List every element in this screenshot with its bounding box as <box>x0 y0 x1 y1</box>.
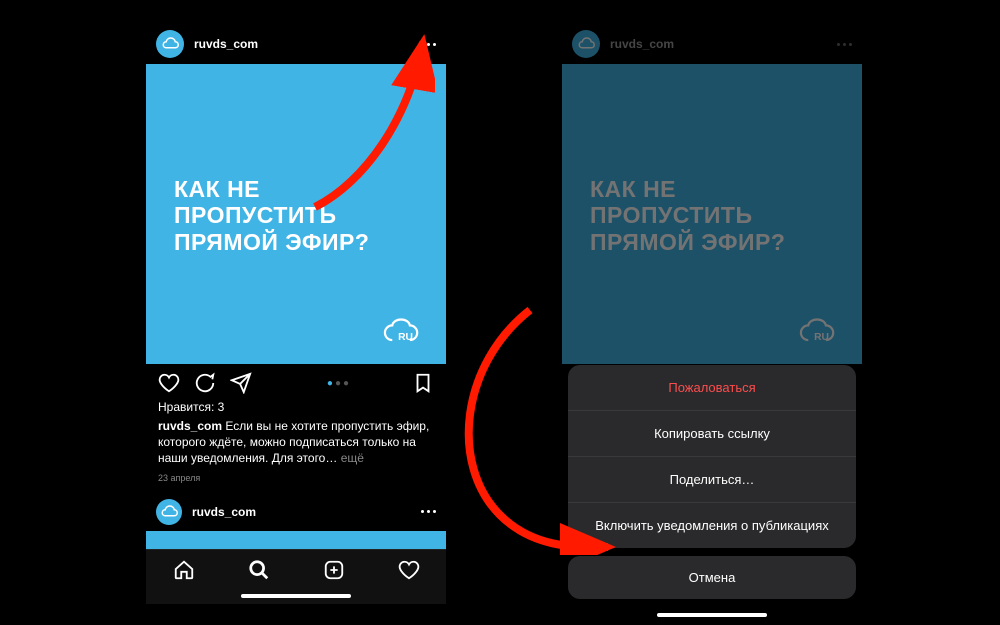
add-post-icon[interactable] <box>323 559 345 581</box>
post-header: ruvds_com <box>146 24 446 64</box>
caption-username[interactable]: ruvds_com <box>158 419 222 433</box>
avatar <box>572 30 600 58</box>
more-options-button[interactable] <box>421 43 436 46</box>
sheet-share-button[interactable]: Поделиться… <box>568 456 856 502</box>
home-icon[interactable] <box>173 559 195 581</box>
share-icon[interactable] <box>230 372 252 394</box>
action-sheet-block: Пожаловаться Копировать ссылку Поделитьс… <box>568 365 856 548</box>
post-header: ruvds_com <box>562 24 862 64</box>
likes-row[interactable]: Нравится: 3 <box>146 398 446 416</box>
next-post-username[interactable]: ruvds_com <box>192 505 256 519</box>
post-actions: ●●● <box>146 364 446 398</box>
post-image: КАК НЕ ПРОПУСТИТЬ ПРЯМОЙ ЭФИР? RU <box>562 64 862 364</box>
heart-icon[interactable] <box>158 372 180 394</box>
more-options-button[interactable] <box>421 510 436 513</box>
more-options-button <box>837 43 852 46</box>
home-indicator <box>241 594 351 598</box>
post-image[interactable]: КАК НЕ ПРОПУСТИТЬ ПРЯМОЙ ЭФИР? RU <box>146 64 446 364</box>
caption-more-link[interactable]: ещё <box>341 451 364 465</box>
next-post-header: ruvds_com <box>146 493 446 531</box>
action-sheet: Пожаловаться Копировать ссылку Поделитьс… <box>568 365 856 599</box>
search-icon[interactable] <box>248 559 270 581</box>
home-indicator <box>657 613 767 617</box>
likes-count: 3 <box>218 400 225 414</box>
post-headline: КАК НЕ ПРОПУСТИТЬ ПРЯМОЙ ЭФИР? <box>174 176 369 255</box>
comment-icon[interactable] <box>194 372 216 394</box>
bookmark-icon[interactable] <box>412 372 434 394</box>
next-post-image-peek <box>146 531 446 551</box>
post-username[interactable]: ruvds_com <box>194 37 258 51</box>
sheet-cancel-button[interactable]: Отмена <box>568 556 856 599</box>
carousel-dots: ●●● <box>266 378 412 389</box>
post-headline: КАК НЕ ПРОПУСТИТЬ ПРЯМОЙ ЭФИР? <box>590 176 785 255</box>
avatar[interactable] <box>156 30 184 58</box>
post-date: 23 апреля <box>146 469 446 493</box>
likes-label: Нравится: <box>158 400 214 414</box>
post-caption: ruvds_com Если вы не хотите пропустить э… <box>146 416 446 469</box>
phone-left: ruvds_com КАК НЕ ПРОПУСТИТЬ ПРЯМОЙ ЭФИР?… <box>146 24 446 604</box>
activity-icon[interactable] <box>398 559 420 581</box>
sheet-notifications-button[interactable]: Включить уведомления о публикациях <box>568 502 856 548</box>
sheet-report-button[interactable]: Пожаловаться <box>568 365 856 410</box>
sheet-copy-link-button[interactable]: Копировать ссылку <box>568 410 856 456</box>
post-username: ruvds_com <box>610 37 674 51</box>
svg-text:RU: RU <box>398 332 413 343</box>
avatar[interactable] <box>156 499 182 525</box>
ruvds-logo-icon: RU <box>798 318 842 346</box>
svg-text:RU: RU <box>814 332 829 343</box>
ruvds-logo-icon: RU <box>382 318 426 346</box>
bottom-nav <box>146 549 446 604</box>
